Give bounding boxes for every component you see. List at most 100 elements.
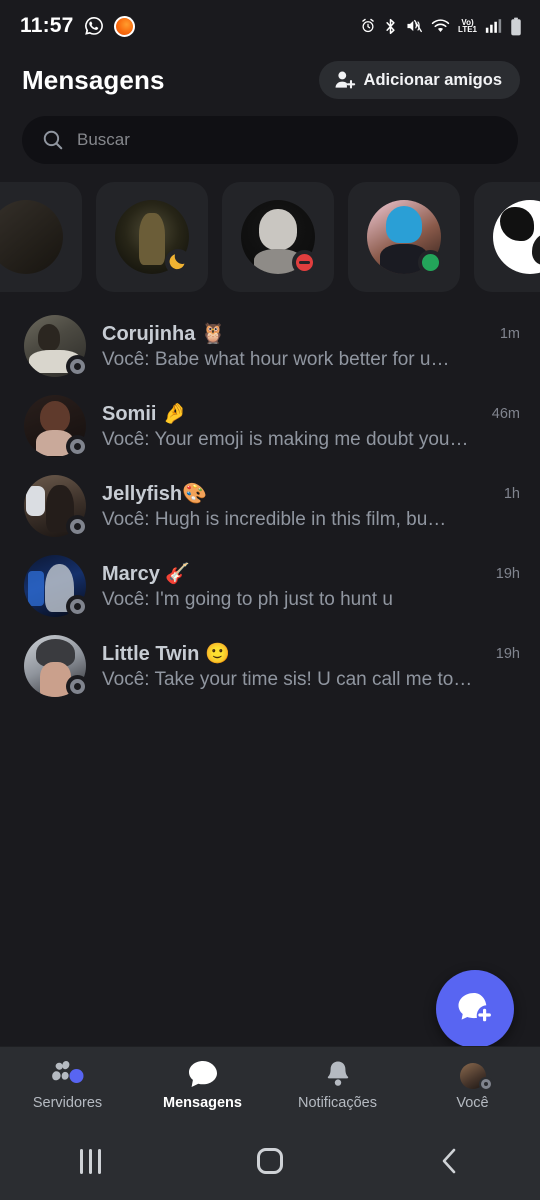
bell-icon-wrap: [323, 1059, 353, 1089]
avatar: [115, 200, 191, 275]
nav-label-notifications: Notificações: [298, 1094, 377, 1111]
status-bar-clock: 11:57: [20, 14, 74, 37]
battery-icon: [511, 17, 521, 35]
dm-name: Corujinha 🦉: [102, 323, 226, 345]
servers-icon-wrap: [46, 1059, 90, 1089]
nav-label-you: Você: [456, 1094, 489, 1111]
app-header: Mensagens Adicionar amigos: [0, 52, 540, 108]
active-now-card[interactable]: [348, 182, 460, 292]
dm-list-item[interactable]: Somii 🤌 46m Você: Your emoji is making m…: [0, 386, 540, 466]
dm-preview: Você: Babe what hour work better for u…: [102, 349, 450, 370]
status-badge-online: [418, 250, 443, 275]
avatar: [241, 200, 317, 275]
avatar-image: [493, 200, 540, 274]
dm-list-item[interactable]: Marcy 🎸 19h Você: I'm going to ph just t…: [0, 546, 540, 626]
nav-item-messages[interactable]: Mensagens: [135, 1059, 270, 1111]
status-badge-offline: [66, 435, 89, 458]
new-message-fab[interactable]: [436, 970, 514, 1048]
dm-content: Marcy 🎸 19h Você: I'm going to ph just t…: [102, 561, 520, 611]
android-navigation-bar: [0, 1122, 540, 1200]
avatar: [24, 555, 89, 618]
avatar: [493, 200, 540, 274]
status-badge-offline: [478, 1076, 493, 1091]
dm-list: Corujinha 🦉 1m Você: Babe what hour work…: [0, 306, 540, 706]
profile-avatar-wrap: [459, 1059, 493, 1091]
avatar: [24, 475, 89, 538]
status-bar-left: 11:57: [20, 14, 135, 38]
person-add-icon: [335, 71, 355, 89]
avatar: [24, 395, 89, 458]
nav-label-messages: Mensagens: [163, 1094, 242, 1111]
add-friends-button[interactable]: Adicionar amigos: [318, 61, 520, 99]
search-section: Buscar: [0, 108, 540, 164]
status-bar: 11:57 Vo) LTE1: [0, 0, 540, 52]
dm-name: Marcy 🎸: [102, 563, 191, 585]
dm-preview: Você: I'm going to ph just to hunt u: [102, 589, 393, 610]
dm-header-row: Jellyfish🎨 1h: [102, 481, 520, 506]
avatar: [459, 1062, 493, 1091]
whatsapp-icon: [84, 17, 103, 35]
back-button[interactable]: [360, 1146, 540, 1176]
alarm-icon: [362, 18, 374, 33]
active-now-card[interactable]: [0, 182, 82, 292]
dm-content: Corujinha 🦉 1m Você: Babe what hour work…: [102, 321, 520, 371]
dm-list-item[interactable]: Little Twin 🙂 19h Você: Take your time s…: [0, 626, 540, 706]
volte-icon: Vo) LTE1: [458, 18, 477, 34]
recents-button[interactable]: [0, 1148, 180, 1174]
search-input[interactable]: Buscar: [22, 116, 518, 164]
status-badge-offline: [66, 595, 89, 618]
search-icon: [43, 130, 63, 150]
active-now-card[interactable]: [474, 182, 540, 292]
avatar: [24, 315, 89, 378]
messages-icon: [188, 1060, 217, 1087]
dm-header-row: Little Twin 🙂 19h: [102, 641, 520, 666]
dm-content: Little Twin 🙂 19h Você: Take your time s…: [102, 641, 520, 691]
active-now-card[interactable]: [96, 182, 208, 292]
dm-timestamp: 19h: [495, 565, 520, 582]
status-bar-right: Vo) LTE1: [360, 17, 522, 36]
dm-header-row: Marcy 🎸 19h: [102, 561, 520, 586]
bell-icon: [327, 1061, 348, 1086]
volume-mute-icon: [407, 19, 422, 33]
dm-name: Jellyfish🎨: [102, 483, 207, 505]
dm-preview: Você: Take your time sis! U can call me …: [102, 669, 473, 690]
dm-header-row: Corujinha 🦉 1m: [102, 321, 520, 346]
moon-icon: [165, 249, 191, 275]
dm-list-item[interactable]: Jellyfish🎨 1h Você: Hugh is incredible i…: [0, 466, 540, 546]
dm-name: Somii 🤌: [102, 403, 187, 425]
dm-content: Somii 🤌 46m Você: Your emoji is making m…: [102, 401, 520, 451]
signal-icon: [485, 19, 502, 33]
wifi-icon: [431, 19, 450, 32]
dm-header-row: Somii 🤌 46m: [102, 401, 520, 426]
active-now-card[interactable]: [222, 182, 334, 292]
status-badge-offline: [66, 515, 89, 538]
page-title: Mensagens: [22, 64, 165, 95]
dm-list-item[interactable]: Corujinha 🦉 1m Você: Babe what hour work…: [0, 306, 540, 386]
dm-name: Little Twin 🙂: [102, 643, 230, 665]
avatar: [367, 200, 443, 275]
active-now-carousel[interactable]: [0, 182, 540, 292]
bottom-navigation: Servidores Mensagens Notificações Você: [0, 1046, 540, 1122]
home-button[interactable]: [180, 1148, 360, 1174]
active-now-cards: [0, 182, 540, 292]
orange-app-icon: [113, 15, 135, 37]
volte-bottom: LTE1: [458, 24, 477, 34]
status-badge-dnd: [292, 250, 317, 275]
recents-icon: [79, 1148, 101, 1174]
nav-item-servers[interactable]: Servidores: [0, 1059, 135, 1111]
status-badge-idle: [163, 247, 193, 277]
add-friends-label: Adicionar amigos: [363, 70, 502, 89]
avatar: [0, 200, 63, 274]
search-placeholder: Buscar: [77, 130, 130, 149]
dm-timestamp: 19h: [495, 645, 520, 662]
messages-icon-wrap: [187, 1059, 219, 1089]
nav-item-you[interactable]: Você: [405, 1059, 540, 1111]
bluetooth-icon: [386, 18, 395, 34]
status-badge-offline: [66, 675, 89, 698]
new-message-icon: [458, 993, 491, 1022]
dm-preview: Você: Hugh is incredible in this film, b…: [102, 509, 447, 530]
nav-label-servers: Servidores: [32, 1094, 103, 1111]
avatar: [24, 635, 89, 698]
servers-icon: [51, 1060, 83, 1083]
nav-item-notifications[interactable]: Notificações: [270, 1059, 405, 1111]
